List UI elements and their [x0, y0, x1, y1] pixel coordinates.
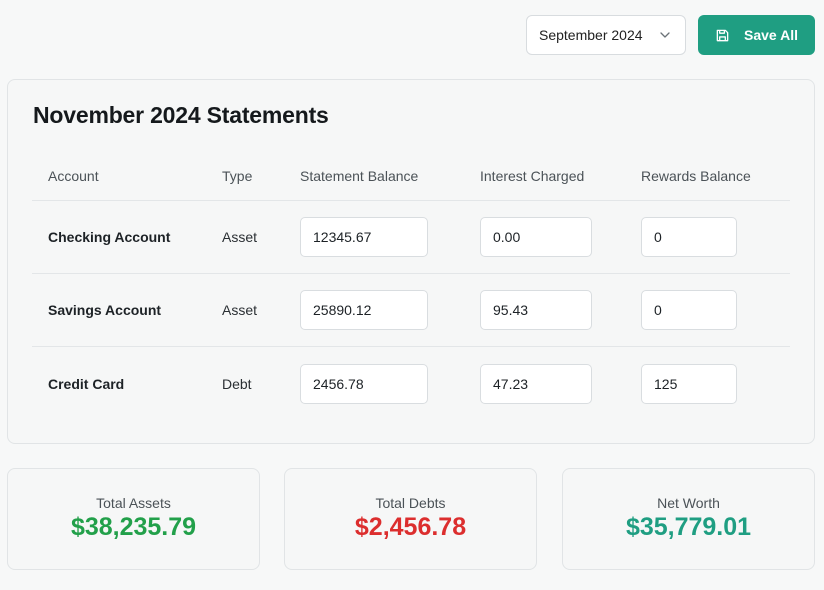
total-debts-value: $2,456.78: [354, 513, 467, 541]
account-type: Debt: [222, 375, 252, 392]
save-icon: [716, 29, 729, 41]
statement-balance-input[interactable]: [300, 217, 428, 257]
total-assets-value: $38,235.79: [70, 513, 197, 541]
net-worth-value: $35,779.01: [625, 513, 752, 541]
column-header-type: Type: [222, 168, 253, 184]
statement-balance-input[interactable]: [300, 363, 428, 404]
account-name: Credit Card: [48, 375, 125, 392]
rewards-balance-input[interactable]: [641, 290, 737, 330]
interest-charged-input[interactable]: [480, 217, 592, 257]
month-select-value: September 2024: [539, 27, 643, 43]
account-type: Asset: [222, 229, 258, 245]
month-select[interactable]: September 2024: [526, 15, 686, 55]
table-header: Account Type Statement Balance Interest …: [32, 152, 790, 201]
total-debts-label: Total Debts: [375, 495, 446, 511]
toolbar: September 2024 Save All: [526, 15, 815, 55]
column-header-rewards-balance: Rewards Balance: [641, 168, 751, 184]
statements-card: November 2024 Statements Account Type St…: [7, 79, 815, 444]
save-all-button[interactable]: Save All: [698, 15, 815, 55]
save-all-label: Save All: [744, 27, 798, 43]
rewards-balance-input[interactable]: [641, 363, 737, 404]
page-title: November 2024 Statements: [33, 102, 329, 128]
interest-charged-input[interactable]: [480, 363, 592, 404]
table-row: Credit Card Debt: [32, 347, 790, 420]
net-worth-card: Net Worth $35,779.01: [562, 468, 815, 570]
chevron-down-icon: [660, 32, 670, 38]
table-row: Savings Account Asset: [32, 274, 790, 347]
account-name: Checking Account: [48, 229, 171, 245]
statements-table: Account Type Statement Balance Interest …: [32, 152, 790, 420]
total-assets-card: Total Assets $38,235.79: [7, 468, 260, 570]
column-header-account: Account: [48, 168, 99, 184]
total-debts-card: Total Debts $2,456.78: [284, 468, 537, 570]
net-worth-label: Net Worth: [657, 495, 720, 511]
column-header-interest-charged: Interest Charged: [480, 168, 585, 184]
rewards-balance-input[interactable]: [641, 217, 737, 257]
table-row: Checking Account Asset: [32, 201, 790, 274]
account-type: Asset: [222, 302, 258, 318]
statement-balance-input[interactable]: [300, 290, 428, 330]
interest-charged-input[interactable]: [480, 290, 592, 330]
account-name: Savings Account: [48, 302, 162, 318]
column-header-statement-balance: Statement Balance: [300, 168, 419, 184]
total-assets-label: Total Assets: [96, 495, 171, 511]
